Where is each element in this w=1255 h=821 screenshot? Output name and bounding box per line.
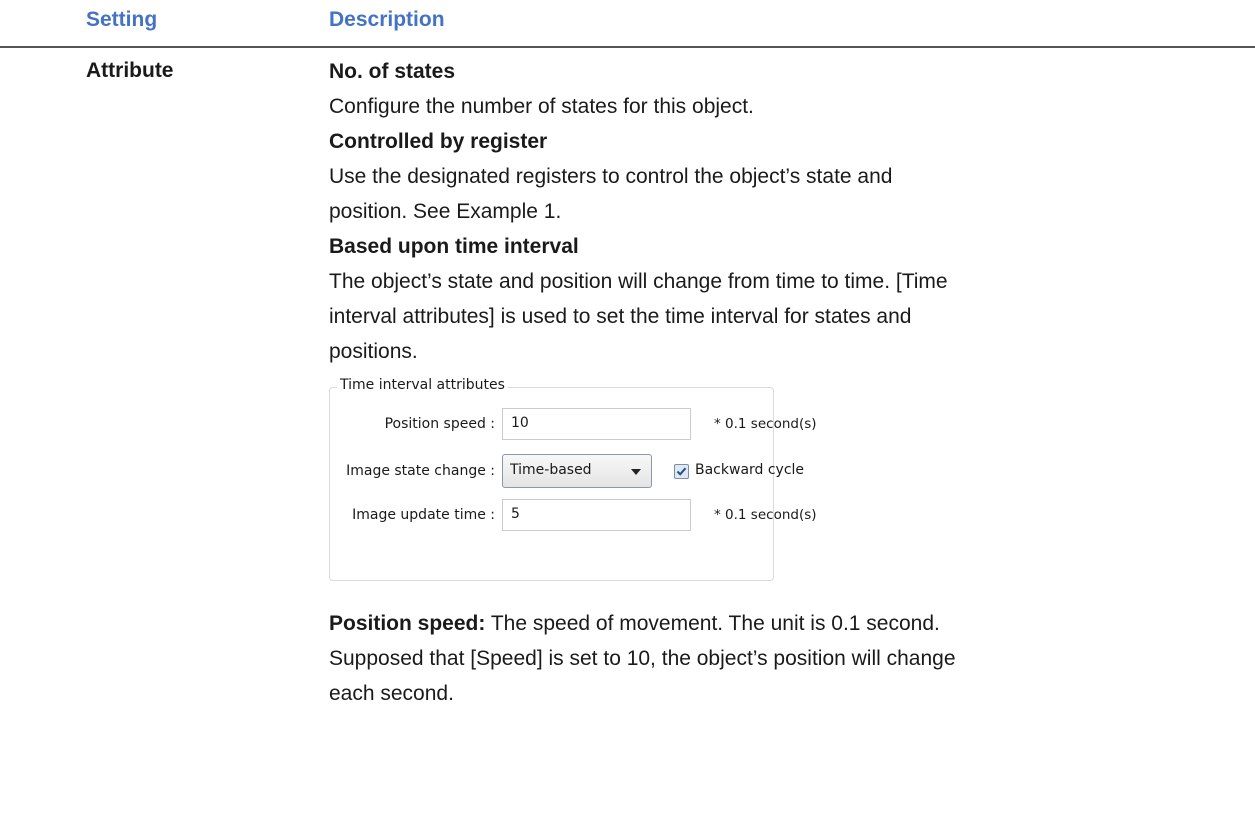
paragraph-text: Configure the number of states for this … bbox=[329, 95, 754, 118]
paragraph-text: The object’s state and position will cha… bbox=[329, 270, 948, 293]
paragraph-text: Supposed that [Speed] is set to 10, the … bbox=[329, 647, 956, 670]
heading-based-upon-time-interval: Based upon time interval bbox=[329, 235, 579, 258]
group-box-title: Time interval attributes bbox=[337, 377, 508, 393]
description-column-header: Description bbox=[329, 8, 445, 31]
image-update-time-unit: * 0.1 second(s) bbox=[714, 507, 817, 523]
position-speed-label: Position speed : bbox=[384, 416, 495, 432]
row-label-attribute: Attribute bbox=[86, 59, 174, 82]
header-divider bbox=[0, 46, 1255, 48]
position-speed-input[interactable]: 10 bbox=[502, 408, 691, 440]
paragraph-position-speed: Position speed: The speed of movement. T… bbox=[329, 606, 940, 641]
position-speed-term: Position speed: bbox=[329, 612, 486, 635]
heading-controlled-by-register: Controlled by register bbox=[329, 130, 548, 153]
setting-column-header: Setting bbox=[86, 8, 158, 31]
backward-cycle-label: Backward cycle bbox=[695, 462, 805, 478]
heading-no-of-states: No. of states bbox=[329, 60, 456, 83]
paragraph-text: each second. bbox=[329, 682, 454, 705]
paragraph-text: position. See Example 1. bbox=[329, 200, 562, 223]
paragraph-text: interval attributes] is used to set the … bbox=[329, 305, 912, 328]
backward-cycle-checkbox[interactable] bbox=[674, 464, 689, 479]
checkmark-icon bbox=[676, 467, 687, 476]
paragraph-text: positions. bbox=[329, 340, 418, 363]
image-update-time-label: Image update time : bbox=[352, 507, 495, 523]
time-interval-dialog: Time interval attributes Position speed … bbox=[329, 375, 817, 583]
image-state-change-select[interactable]: Time-based bbox=[502, 454, 652, 488]
paragraph-text: The speed of movement. The unit is 0.1 s… bbox=[485, 612, 940, 635]
image-update-time-input[interactable]: 5 bbox=[502, 499, 691, 531]
position-speed-unit: * 0.1 second(s) bbox=[714, 416, 817, 432]
chevron-down-icon bbox=[631, 469, 641, 475]
image-state-change-label: Image state change : bbox=[346, 463, 495, 479]
table-header: Setting Description bbox=[0, 0, 1255, 48]
image-state-change-value: Time-based bbox=[510, 462, 592, 478]
paragraph-text: Use the designated registers to control … bbox=[329, 165, 893, 188]
